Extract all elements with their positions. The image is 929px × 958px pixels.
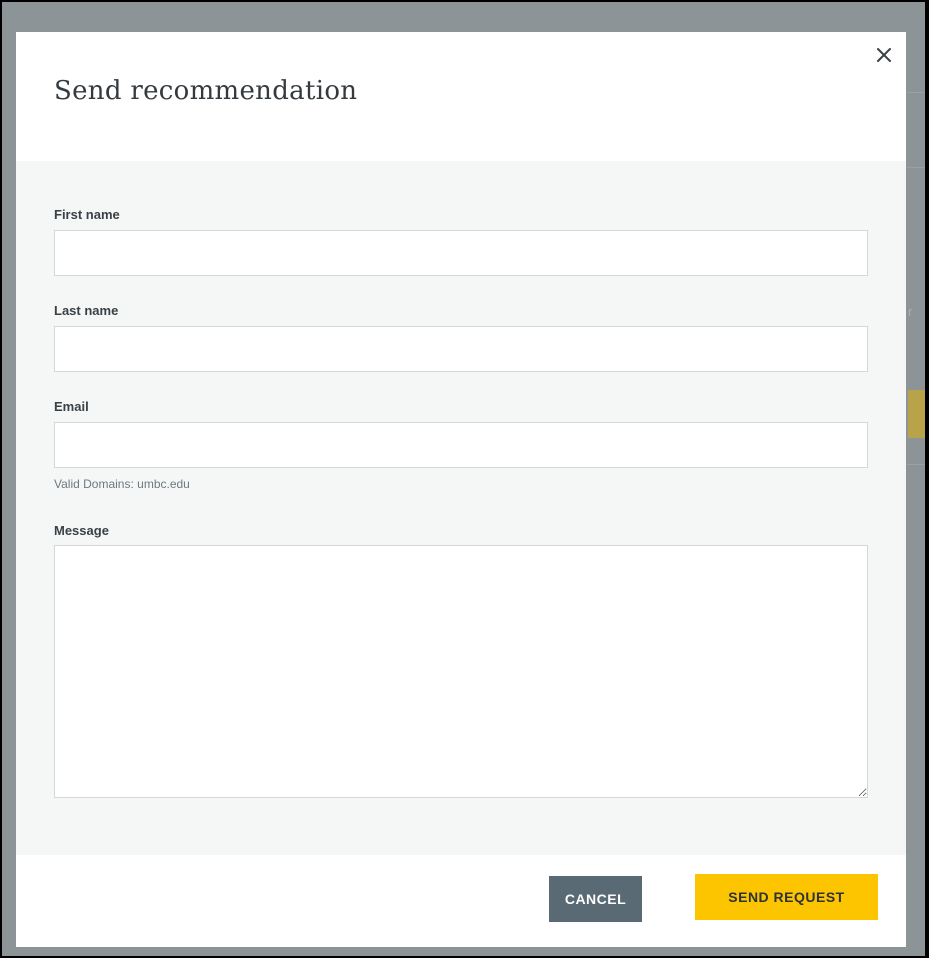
background-divider — [907, 92, 925, 93]
background-divider — [907, 464, 925, 465]
send-request-button[interactable]: SEND REQUEST — [695, 874, 878, 920]
background-text-fragment: r — [908, 304, 913, 319]
cancel-button[interactable]: CANCEL — [549, 876, 642, 922]
last-name-label: Last name — [54, 303, 119, 318]
first-name-input[interactable] — [54, 230, 868, 276]
last-name-input[interactable] — [54, 326, 868, 372]
email-label: Email — [54, 399, 89, 414]
modal-footer: CANCEL SEND REQUEST — [16, 855, 906, 947]
first-name-label: First name — [54, 207, 120, 222]
message-label: Message — [54, 523, 109, 538]
email-input[interactable] — [54, 422, 868, 468]
modal-body: First name Last name Email Valid Domains… — [16, 161, 906, 855]
close-button[interactable] — [871, 42, 897, 68]
background-button-fragment — [908, 390, 925, 438]
email-valid-domains-hint: Valid Domains: umbc.edu — [54, 477, 190, 491]
message-textarea[interactable] — [54, 545, 868, 798]
modal-title: Send recommendation — [54, 76, 358, 106]
background-divider — [907, 167, 925, 168]
send-recommendation-dialog: Send recommendation First name Last name… — [16, 32, 906, 947]
modal-header: Send recommendation — [16, 32, 906, 161]
close-icon — [877, 48, 891, 62]
